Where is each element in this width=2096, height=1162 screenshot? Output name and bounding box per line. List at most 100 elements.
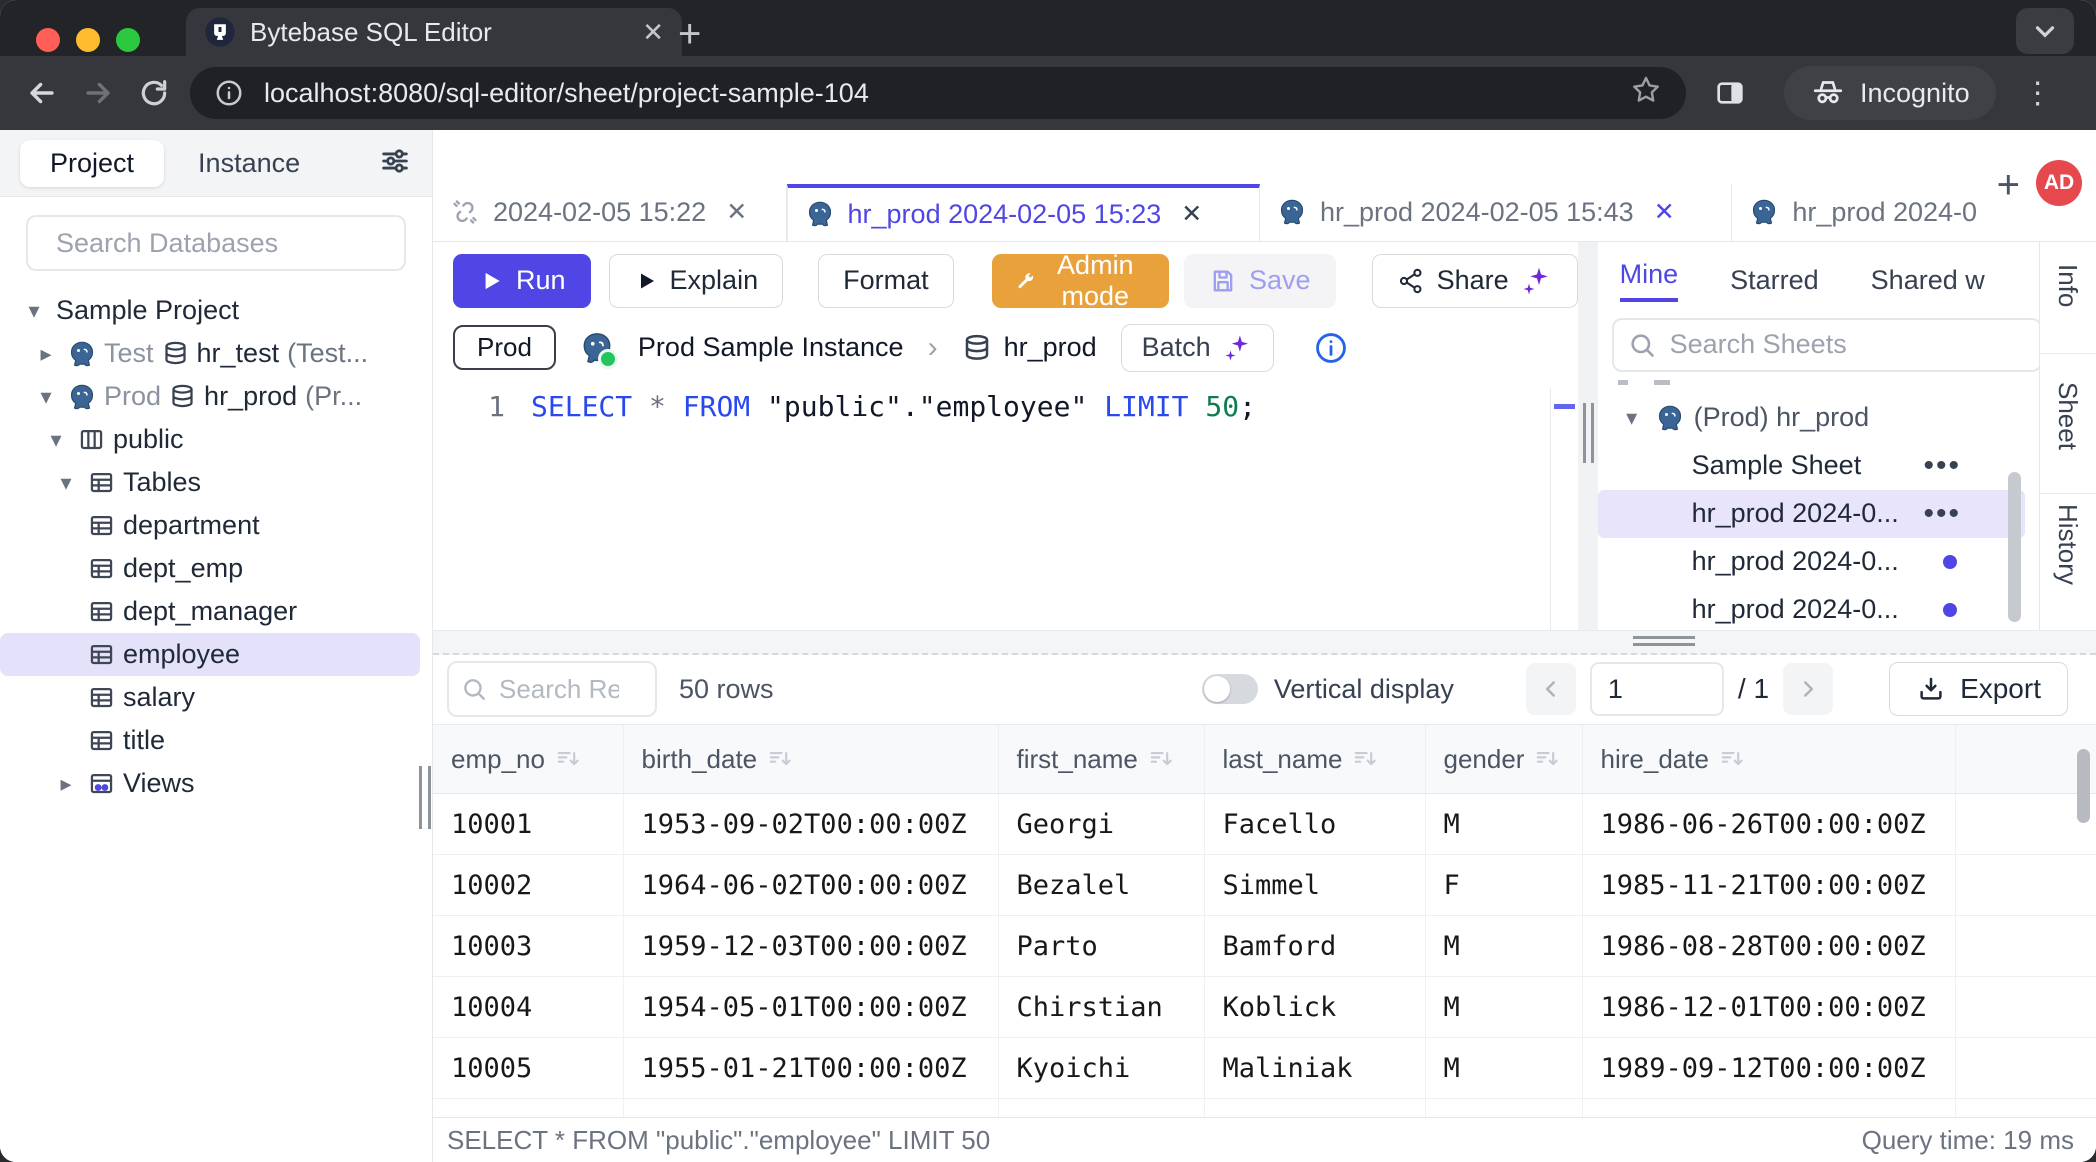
table-row[interactable]: 100031959-12-03T00:00:00ZPartoBamfordM19… [433, 916, 2096, 977]
sheet-tab-4[interactable]: hr_prod 2024-0 [1732, 184, 1980, 241]
cell[interactable]: M [1425, 916, 1582, 977]
cell[interactable]: 10006 [433, 1099, 623, 1118]
results-search[interactable] [447, 661, 657, 717]
column-header-first_name[interactable]: first_name [998, 725, 1204, 794]
table-row[interactable]: 100041954-05-01T00:00:00ZChirstianKoblic… [433, 977, 2096, 1038]
tree-item-dept_emp[interactable]: dept_emp [0, 547, 420, 590]
cell[interactable]: Preusig [1204, 1099, 1425, 1118]
sheet-item[interactable]: hr_prod 2024-0... [1598, 586, 2025, 630]
caret-down-icon[interactable]: ▾ [42, 427, 70, 453]
tree-item-views[interactable]: ▸Views [0, 762, 420, 805]
table-row[interactable]: 100051955-01-21T00:00:00ZKyoichiMaliniak… [433, 1038, 2096, 1099]
column-header-gender[interactable]: gender [1425, 725, 1582, 794]
cell[interactable]: 1986-08-28T00:00:00Z [1582, 916, 1955, 977]
sidebar-resize-handle[interactable] [419, 766, 431, 829]
tree-item-salary[interactable]: salary [0, 676, 420, 719]
tree-item-hr_test[interactable]: ▸Testhr_test(Test... [0, 332, 420, 375]
caret-down-icon[interactable]: ▾ [32, 384, 60, 410]
filter-settings-button[interactable] [378, 144, 412, 183]
sheet-item[interactable]: hr_prod 2024-0... [1598, 538, 2025, 586]
cell[interactable]: 10002 [433, 855, 623, 916]
cell[interactable]: 1989-06-02T00:00:00Z [1582, 1099, 1955, 1118]
tree-item-dept_manager[interactable]: dept_manager [0, 590, 420, 633]
reload-button[interactable] [126, 65, 182, 121]
sheet-item[interactable]: hr_prod 2024-0...••• [1598, 490, 2025, 538]
cell[interactable]: 10004 [433, 977, 623, 1038]
cell[interactable]: 10005 [433, 1038, 623, 1099]
sheet-item[interactable]: Sample Sheet••• [1598, 442, 2025, 490]
close-sheet-tab-icon[interactable]: ✕ [1654, 197, 1675, 227]
new-tab-button[interactable]: + [678, 12, 701, 57]
tree-item-employee[interactable]: employee [0, 633, 420, 676]
results-scrollbar[interactable] [2077, 749, 2090, 823]
tree-item-sample-project[interactable]: ▾Sample Project [0, 289, 420, 332]
bookmark-star-button[interactable] [1630, 74, 1662, 113]
tab-mine[interactable]: Mine [1620, 259, 1679, 302]
maximize-window-button[interactable] [116, 28, 140, 52]
results-search-input[interactable] [497, 673, 621, 706]
cell[interactable]: Simmel [1204, 855, 1425, 916]
back-button[interactable] [14, 65, 70, 121]
share-button[interactable]: Share [1372, 254, 1578, 308]
caret-down-icon[interactable]: ▾ [52, 470, 80, 496]
cell[interactable]: 1954-05-01T00:00:00Z [623, 977, 998, 1038]
tree-item-hr_prod[interactable]: ▾Prodhr_prod(Pr... [0, 375, 420, 418]
panel-resize-gutter[interactable] [1578, 242, 1598, 630]
caret-down-icon[interactable]: ▾ [1618, 405, 1646, 431]
sheet-list-scrollbar[interactable] [2008, 472, 2021, 622]
database-search-input[interactable] [54, 227, 412, 260]
address-bar[interactable]: localhost:8080/sql-editor/sheet/project-… [190, 67, 1686, 119]
tree-item-tables[interactable]: ▾Tables [0, 461, 420, 504]
sql-code-area[interactable]: 1 SELECT * FROM "public"."employee" LIMI… [433, 390, 1578, 423]
format-button[interactable]: Format [818, 254, 954, 308]
column-header-emp_no[interactable]: emp_no [433, 725, 623, 794]
cell[interactable]: 1986-06-26T00:00:00Z [1582, 794, 1955, 855]
instance-name[interactable]: Prod Sample Instance [638, 332, 904, 363]
column-header-birth_date[interactable]: birth_date [623, 725, 998, 794]
admin-mode-button[interactable]: Admin mode [992, 254, 1169, 308]
caret-right-icon[interactable]: ▸ [32, 341, 60, 367]
cell[interactable]: Bezalel [998, 855, 1204, 916]
column-header-last_name[interactable]: last_name [1204, 725, 1425, 794]
cell[interactable]: 1985-11-21T00:00:00Z [1582, 855, 1955, 916]
cell[interactable]: 1986-12-01T00:00:00Z [1582, 977, 1955, 1038]
sheet-tab-1[interactable]: 2024-02-05 15:22✕ [433, 184, 787, 241]
cell[interactable]: 1989-09-12T00:00:00Z [1582, 1038, 1955, 1099]
cell[interactable]: F [1425, 855, 1582, 916]
environment-chip[interactable]: Prod [453, 325, 556, 370]
sheet-menu-icon[interactable]: ••• [1924, 449, 1962, 483]
save-button[interactable]: Save [1184, 254, 1336, 308]
side-panel-button[interactable] [1702, 65, 1758, 121]
cell[interactable]: 1959-12-03T00:00:00Z [623, 916, 998, 977]
database-search[interactable] [26, 215, 406, 271]
column-header-hire_date[interactable]: hire_date [1582, 725, 1955, 794]
tree-item-department[interactable]: department [0, 504, 420, 547]
cell[interactable]: Koblick [1204, 977, 1425, 1038]
close-tab-icon[interactable]: ✕ [642, 17, 664, 48]
tab-instance[interactable]: Instance [198, 148, 300, 179]
panel-resize-handle[interactable] [1583, 403, 1594, 463]
cell[interactable]: Maliniak [1204, 1038, 1425, 1099]
database-name[interactable]: hr_prod [1004, 332, 1097, 363]
minimize-window-button[interactable] [76, 28, 100, 52]
new-sheet-tab-button[interactable]: + [1981, 163, 2036, 208]
explain-button[interactable]: Explain [609, 254, 784, 308]
browser-tab[interactable]: Bytebase SQL Editor ✕ [186, 8, 682, 56]
caret-right-icon[interactable]: ▸ [52, 771, 80, 797]
browser-menu-button[interactable]: ⋮ [2018, 76, 2058, 111]
table-row[interactable]: 100061953-04-20T00:00:00ZAnnekePreusigF1… [433, 1099, 2096, 1118]
sheet-menu-icon[interactable]: ••• [1924, 497, 1962, 531]
cell[interactable]: Kyoichi [998, 1038, 1204, 1099]
cell[interactable]: 1955-01-21T00:00:00Z [623, 1038, 998, 1099]
user-avatar[interactable]: AD [2036, 160, 2082, 206]
editor-minimap[interactable] [1550, 388, 1578, 630]
tab-starred[interactable]: Starred [1730, 265, 1819, 296]
caret-down-icon[interactable]: ▾ [20, 298, 48, 324]
sheet-search-input[interactable] [1668, 328, 2026, 361]
tree-item-title[interactable]: title [0, 719, 420, 762]
site-info-icon[interactable] [214, 78, 244, 108]
close-sheet-tab-icon[interactable]: ✕ [726, 197, 747, 227]
page-number-input[interactable] [1590, 662, 1724, 716]
table-row[interactable]: 100021964-06-02T00:00:00ZBezalelSimmelF1… [433, 855, 2096, 916]
cell[interactable]: 10003 [433, 916, 623, 977]
